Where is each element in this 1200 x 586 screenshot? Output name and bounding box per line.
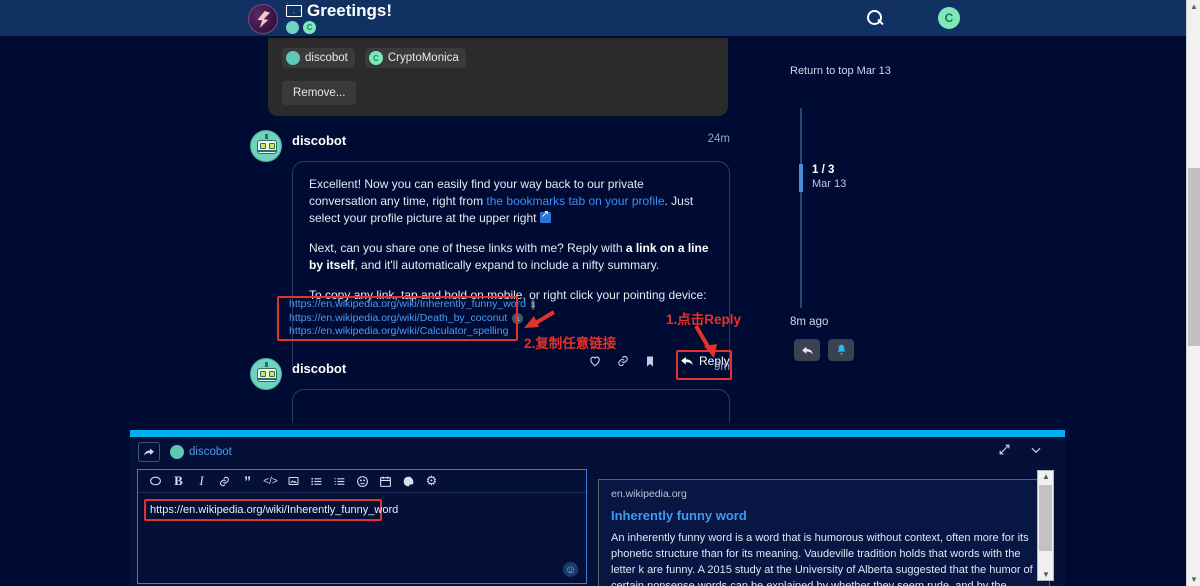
image-icon[interactable]: [282, 471, 305, 491]
composer-editor: B I ” </> ⚙ https://en.wikipedia.org/wik…: [137, 469, 587, 584]
preview-excerpt: An inherently funny word is a word that …: [611, 532, 1033, 586]
scroll-up-icon[interactable]: ▲: [1190, 2, 1198, 11]
post-paragraph-2: Next, can you share one of these links w…: [309, 241, 709, 272]
timeline-buttons: [794, 339, 854, 361]
preview-scrollbar[interactable]: ▲ ▼: [1037, 470, 1054, 581]
post-meta: discobot 24m: [292, 130, 730, 148]
scrollbar-thumb[interactable]: [1188, 168, 1200, 346]
post-paragraph-1: Excellent! Now you can easily find your …: [309, 176, 713, 227]
emoji-icon[interactable]: ☺: [563, 562, 578, 577]
numbered-list-icon[interactable]: [328, 471, 351, 491]
avatar: [286, 51, 300, 65]
annotation-step-2: 2.复制任意链接: [524, 336, 617, 351]
bell-icon[interactable]: [828, 339, 854, 361]
annotation-arrow-2: [522, 308, 558, 334]
bulleted-list-icon[interactable]: [305, 471, 328, 491]
header-title-block: Greetings! C: [286, 2, 392, 34]
gear-icon[interactable]: ⚙: [420, 471, 443, 491]
return-to-top-label[interactable]: Return to top Mar 13: [790, 64, 910, 79]
avatar-discobot: [170, 445, 184, 459]
bookmarks-tab-link[interactable]: the bookmarks tab on your profile: [486, 194, 664, 208]
header-actions: C: [866, 0, 960, 36]
composer-target-name: discobot: [189, 446, 232, 458]
chevron-down-icon[interactable]: [1029, 443, 1043, 462]
post-timestamp[interactable]: 24m: [708, 133, 730, 148]
bold-icon[interactable]: B: [167, 471, 190, 491]
composer-input[interactable]: https://en.wikipedia.org/wiki/Inherently…: [150, 504, 398, 516]
timeline-date: Mar 13: [812, 178, 847, 190]
composer-header: discobot: [130, 437, 1065, 467]
timeline-last-activity: 8m ago: [790, 316, 829, 328]
envelope-icon: [286, 5, 302, 17]
post-meta: discobot 9m: [292, 358, 730, 376]
quote-bubble-icon[interactable]: [144, 471, 167, 491]
composer-reply-target[interactable]: discobot: [170, 445, 232, 459]
scroll-down-icon[interactable]: ▼: [1190, 575, 1198, 584]
post-discobot-2: discobot 9m: [250, 358, 730, 423]
emoji-icon[interactable]: [351, 471, 374, 491]
avatar-discobot[interactable]: [250, 358, 282, 390]
scroll-up-icon[interactable]: ▲: [1042, 472, 1050, 481]
post-author[interactable]: discobot: [292, 361, 346, 376]
remove-button[interactable]: Remove...: [282, 81, 357, 105]
avatar-discobot[interactable]: [250, 130, 282, 162]
site-logo-icon[interactable]: [248, 4, 278, 34]
timeline-current: 1 / 3 Mar 13: [812, 164, 846, 190]
page-title: Greetings!: [307, 1, 393, 20]
header-participant-avatars: C: [286, 21, 392, 34]
participant-chips: discobot C CryptoMonica: [282, 48, 714, 68]
reply-arrow-icon[interactable]: [794, 339, 820, 361]
browser-scrollbar[interactable]: ▲ ▼: [1186, 0, 1200, 586]
preview-title[interactable]: Inherently funny word: [611, 508, 1037, 523]
calendar-icon[interactable]: [374, 471, 397, 491]
participant-name: discobot: [305, 52, 348, 64]
timeline-handle[interactable]: [799, 164, 803, 192]
expand-diagonal-icon[interactable]: [998, 443, 1011, 462]
avatar: C: [368, 51, 383, 65]
external-link-icon: [539, 209, 551, 223]
participant-name: CryptoMonica: [387, 52, 459, 64]
post-header: discobot 24m: [250, 130, 730, 162]
reply-arrow-icon[interactable]: [138, 442, 160, 462]
participant-chip-discobot[interactable]: discobot: [282, 48, 355, 68]
scrollbar-thumb[interactable]: [1039, 485, 1052, 551]
hamburger-menu-icon[interactable]: [902, 11, 920, 25]
topic-timeline: Return to top Mar 13 1 / 3 Mar 13 8m ago: [790, 64, 910, 361]
site-header: Greetings! C C: [0, 0, 1186, 36]
code-icon[interactable]: </>: [259, 471, 282, 491]
link-preview-pane: en.wikipedia.org Inherently funny word A…: [598, 479, 1050, 586]
avatar-discobot[interactable]: [286, 21, 299, 34]
app-root: Greetings! C C discobot C CryptoMonica R…: [0, 0, 1200, 586]
composer-window-controls: [998, 443, 1043, 462]
italic-icon[interactable]: I: [190, 471, 213, 491]
header-center: Greetings! C: [248, 0, 392, 36]
link-icon[interactable]: [213, 471, 236, 491]
palette-icon[interactable]: [397, 471, 420, 491]
search-icon[interactable]: [866, 9, 884, 27]
post-timestamp[interactable]: 9m: [714, 361, 730, 376]
header-title-line: Greetings!: [286, 2, 392, 20]
timeline-position: 1 / 3: [812, 164, 835, 176]
cyan-highlight-bar: [130, 430, 1065, 437]
post-header: discobot 9m: [250, 358, 730, 390]
annotation-box-links: [277, 296, 518, 341]
post-author[interactable]: discobot: [292, 133, 346, 148]
post-body: [292, 389, 730, 423]
preview-domain: en.wikipedia.org: [611, 488, 687, 500]
user-avatar[interactable]: C: [938, 7, 960, 29]
topic-stream: discobot C CryptoMonica Remove... discob…: [0, 36, 1186, 586]
annotation-arrow-1: [690, 324, 726, 360]
participant-chip-cryptomonica[interactable]: C CryptoMonica: [364, 48, 466, 68]
scroll-down-icon[interactable]: ▼: [1042, 570, 1050, 579]
blockquote-icon[interactable]: ”: [236, 471, 259, 491]
composer-toolbar: B I ” </> ⚙: [138, 470, 586, 493]
avatar-cryptomonica[interactable]: C: [303, 21, 316, 34]
participants-panel: discobot C CryptoMonica Remove...: [268, 38, 728, 116]
timeline-track[interactable]: [800, 108, 802, 308]
